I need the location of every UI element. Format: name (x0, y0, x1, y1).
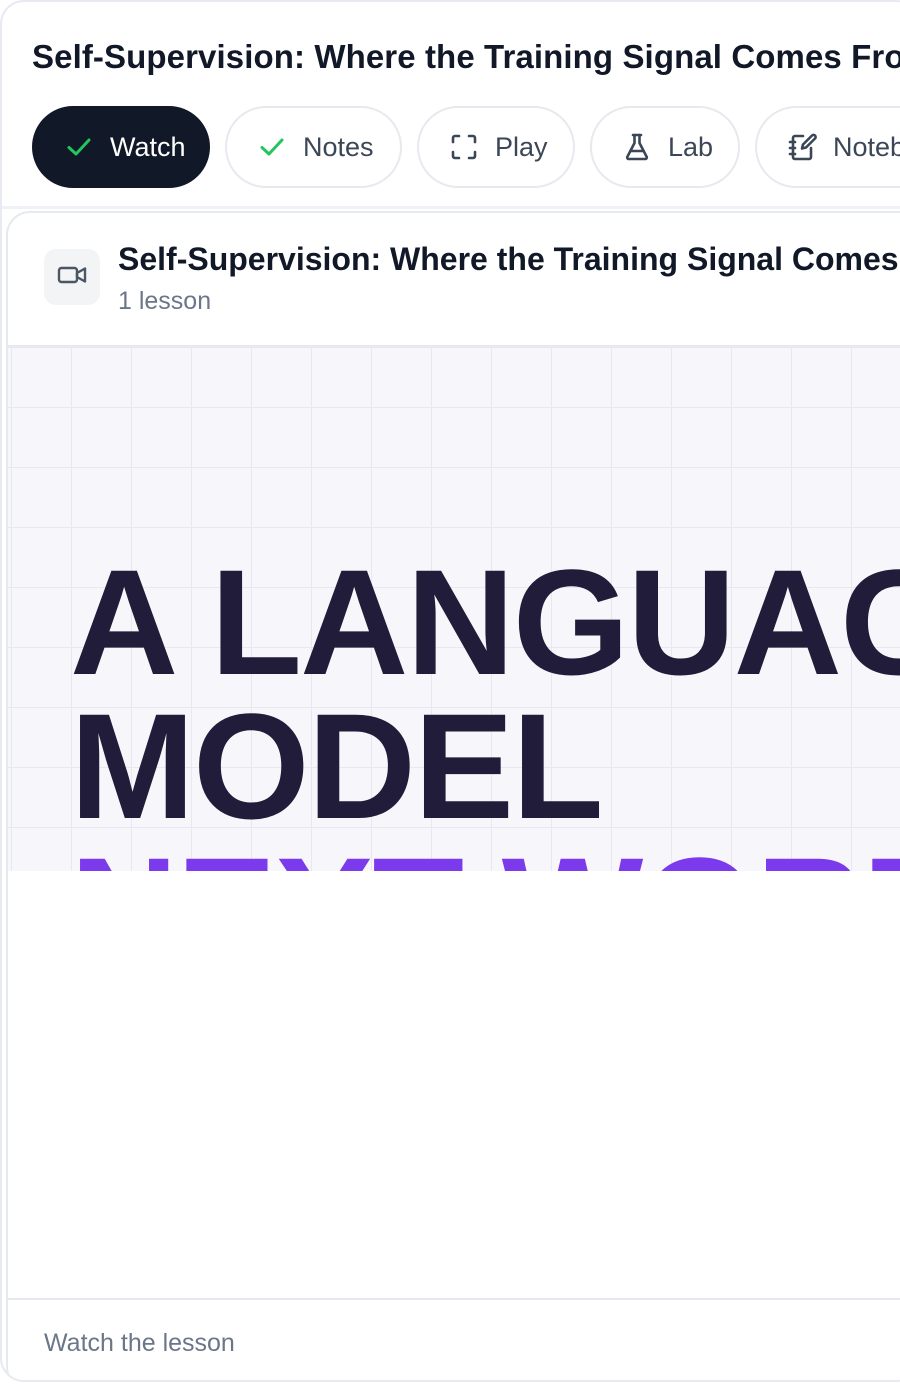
video-player[interactable]: A LANGUAGE MODEL NEXT WORD (8, 347, 900, 871)
check-icon (64, 132, 94, 162)
mode-tabs: Watch Notes Play Lab Note (32, 106, 900, 188)
tab-play[interactable]: Play (417, 106, 575, 188)
video-camera-icon (56, 259, 88, 296)
lesson-card: Self-Supervision: Where the Training Sig… (6, 211, 900, 1380)
tab-notes[interactable]: Notes (225, 106, 402, 188)
footer-divider (8, 1298, 900, 1300)
app-frame: Self-Supervision: Where the Training Sig… (0, 0, 900, 1382)
footer-caption: Watch the lesson (44, 1329, 235, 1357)
tab-label: Notebook (833, 131, 900, 162)
video-frame-text-line: NEXT WORD (70, 835, 900, 871)
video-frame-text-line: A LANGUAGE (70, 538, 900, 706)
video-frame-text-line: MODEL (70, 682, 604, 850)
tab-lab[interactable]: Lab (590, 106, 740, 188)
page-title: Self-Supervision: Where the Training Sig… (32, 38, 900, 75)
tab-label: Lab (668, 131, 714, 162)
tab-label: Watch (110, 131, 186, 162)
check-icon (257, 132, 287, 162)
lesson-type-badge (44, 249, 100, 305)
lesson-header: Self-Supervision: Where the Training Sig… (8, 213, 900, 347)
flask-icon (622, 132, 652, 162)
tab-label: Play (495, 131, 548, 162)
tab-watch[interactable]: Watch (32, 106, 210, 188)
notebook-edit-icon (787, 132, 817, 162)
header-divider (2, 206, 900, 209)
lesson-count: 1 lesson (118, 287, 212, 315)
tab-label: Notes (303, 131, 374, 162)
tab-notebook[interactable]: Notebook (755, 106, 900, 188)
fullscreen-icon (449, 132, 479, 162)
lesson-title: Self-Supervision: Where the Training Sig… (118, 241, 900, 277)
